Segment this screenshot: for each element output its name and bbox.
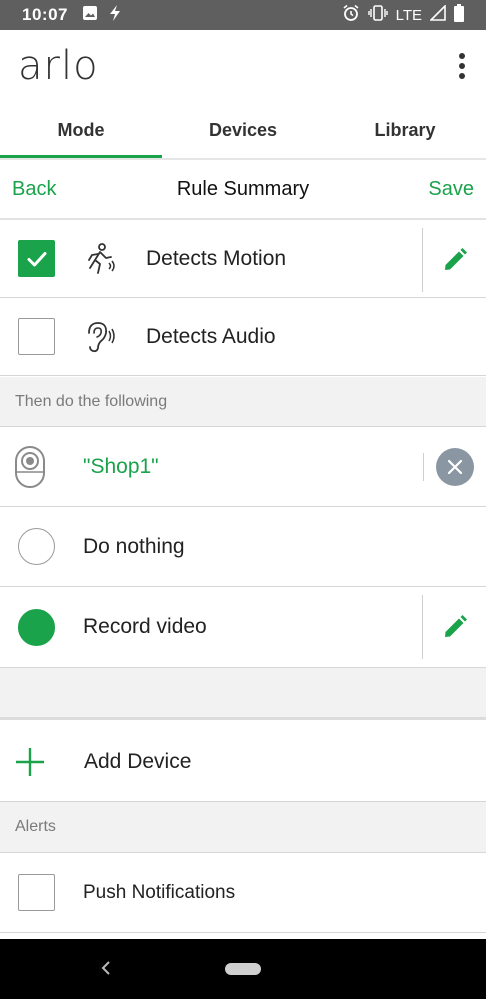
then-section-header: Then do the following: [0, 377, 486, 427]
status-time: 10:07: [22, 5, 68, 24]
app-bar: arlo: [0, 30, 486, 102]
network-label: LTE: [395, 6, 422, 24]
alert-label-push: Push Notifications: [83, 881, 236, 903]
push-notifications-checkbox[interactable]: [18, 874, 55, 911]
pencil-icon: [444, 248, 467, 270]
do-nothing-radio[interactable]: [18, 528, 55, 565]
trigger-label-motion: Detects Motion: [146, 246, 287, 270]
action-row-do-nothing[interactable]: Do nothing: [0, 507, 486, 587]
action-label-record-video: Record video: [83, 615, 207, 638]
action-label-do-nothing: Do nothing: [83, 534, 185, 558]
alerts-section-header: Alerts: [0, 802, 486, 853]
action-row-record-video[interactable]: Record video: [0, 587, 486, 668]
tab-mode[interactable]: Mode: [0, 102, 162, 158]
arlo-logo: arlo: [18, 43, 99, 89]
trigger-label-audio: Detects Audio: [146, 324, 276, 348]
device-divider: [423, 453, 424, 481]
signal-icon: [429, 4, 446, 25]
edit-record-video-button[interactable]: [422, 595, 486, 659]
back-button[interactable]: Back: [12, 178, 56, 201]
tab-devices[interactable]: Devices: [162, 102, 324, 158]
pencil-icon: [444, 615, 467, 637]
trigger-row-audio: Detects Audio: [0, 298, 486, 376]
tab-bar: Mode Devices Library: [0, 102, 486, 158]
alarm-icon: [342, 4, 360, 26]
remove-device-button[interactable]: [436, 448, 474, 486]
nav-back-icon[interactable]: [100, 956, 112, 982]
save-button[interactable]: Save: [428, 178, 474, 201]
battery-icon: [454, 4, 464, 26]
plus-icon: [14, 746, 46, 778]
audio-checkbox[interactable]: [18, 318, 55, 355]
add-device-label: Add Device: [84, 749, 192, 773]
more-vert-icon[interactable]: [459, 53, 468, 79]
add-device-row[interactable]: Add Device: [0, 722, 486, 802]
rule-toolbar: Back Rule Summary Save: [0, 160, 486, 218]
motion-checkbox[interactable]: [18, 240, 55, 277]
tab-library[interactable]: Library: [324, 102, 486, 158]
camera-icon: [14, 445, 46, 489]
check-icon: [27, 251, 46, 266]
page-title: Rule Summary: [176, 177, 310, 200]
system-nav-bar: [0, 939, 486, 999]
nav-home-pill[interactable]: [225, 963, 261, 975]
motion-icon: [81, 241, 117, 277]
close-icon: [447, 459, 463, 475]
alert-row-push: Push Notifications: [0, 853, 486, 933]
device-name: "Shop1": [83, 454, 159, 478]
record-video-radio[interactable]: [18, 608, 55, 646]
flash-icon: [108, 4, 122, 27]
status-bar: 10:07 LTE: [0, 0, 486, 30]
edit-motion-button[interactable]: [422, 228, 486, 292]
image-icon: [82, 5, 98, 26]
section-spacer: [0, 668, 486, 720]
vibrate-icon: [367, 5, 388, 25]
audio-ear-icon: [81, 319, 117, 355]
device-row: "Shop1": [0, 427, 486, 507]
trigger-row-motion: Detects Motion: [0, 218, 486, 298]
